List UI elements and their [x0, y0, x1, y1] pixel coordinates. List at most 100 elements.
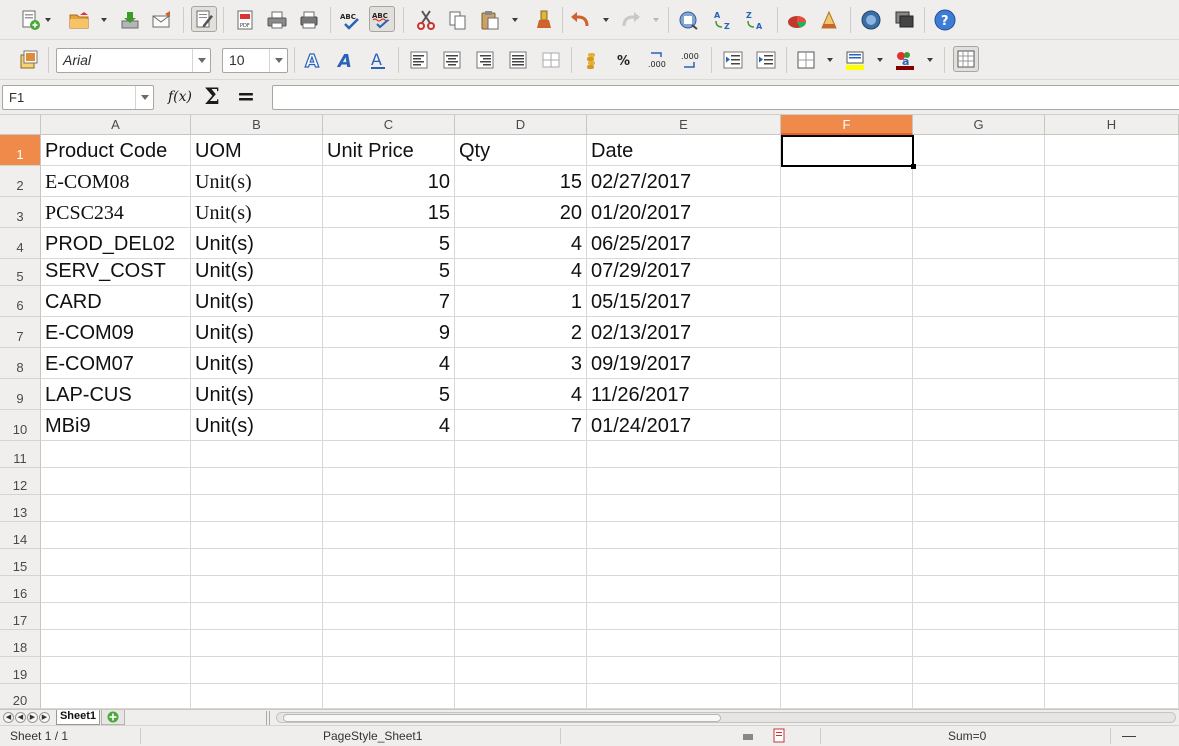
- cell-f7[interactable]: [781, 317, 913, 348]
- bold-icon[interactable]: A: [300, 47, 326, 73]
- horizontal-scrollbar[interactable]: [276, 712, 1176, 723]
- percent-icon[interactable]: %: [612, 47, 638, 73]
- cell-f5[interactable]: [781, 259, 913, 286]
- first-sheet-button[interactable]: ◀: [3, 712, 14, 723]
- edit-mode-icon[interactable]: [191, 6, 217, 32]
- decimal-add-icon[interactable]: .000: [645, 47, 671, 73]
- cell-e6[interactable]: 05/15/2017: [587, 286, 781, 317]
- copy-icon[interactable]: [445, 7, 471, 33]
- cell-e10[interactable]: 01/24/2017: [587, 410, 781, 441]
- cell-e7[interactable]: 02/13/2017: [587, 317, 781, 348]
- cell-c19[interactable]: [323, 657, 455, 684]
- cell-b9[interactable]: Unit(s): [191, 379, 323, 410]
- last-sheet-button[interactable]: ▶: [39, 712, 50, 723]
- cell-a13[interactable]: [41, 495, 191, 522]
- cell-f16[interactable]: [781, 576, 913, 603]
- cell-f1[interactable]: [781, 135, 913, 166]
- cell-e12[interactable]: [587, 468, 781, 495]
- borders-icon[interactable]: [793, 47, 819, 73]
- cell-g17[interactable]: [913, 603, 1045, 630]
- sort-ascending-icon[interactable]: AZ: [711, 7, 737, 33]
- page-style[interactable]: PageStyle_Sheet1: [323, 729, 422, 743]
- row-header-8[interactable]: 8: [0, 348, 41, 379]
- cell-d15[interactable]: [455, 549, 587, 576]
- row-header-12[interactable]: 12: [0, 468, 41, 495]
- cell-e8[interactable]: 09/19/2017: [587, 348, 781, 379]
- cell-d14[interactable]: [455, 522, 587, 549]
- cell-a5[interactable]: SERV_COST: [41, 259, 191, 286]
- cell-c10[interactable]: 4: [323, 410, 455, 441]
- cell-b14[interactable]: [191, 522, 323, 549]
- cell-g14[interactable]: [913, 522, 1045, 549]
- justify-icon[interactable]: [505, 47, 531, 73]
- row-header-15[interactable]: 15: [0, 549, 41, 576]
- add-sheet-button[interactable]: [101, 710, 125, 725]
- cell-e14[interactable]: [587, 522, 781, 549]
- cell-d8[interactable]: 3: [455, 348, 587, 379]
- cell-g12[interactable]: [913, 468, 1045, 495]
- row-header-9[interactable]: 9: [0, 379, 41, 410]
- toggle-grid-icon[interactable]: [953, 46, 979, 72]
- zoom-out-icon[interactable]: —: [1122, 727, 1136, 743]
- borders-dropdown-arrow[interactable]: [826, 47, 834, 73]
- help-icon[interactable]: ?: [932, 7, 958, 33]
- cell-b2[interactable]: Unit(s): [191, 166, 323, 197]
- cell-c13[interactable]: [323, 495, 455, 522]
- cell-c17[interactable]: [323, 603, 455, 630]
- cell-a7[interactable]: E-COM09: [41, 317, 191, 348]
- cell-b13[interactable]: [191, 495, 323, 522]
- cell-c3[interactable]: 15: [323, 197, 455, 228]
- cell-a19[interactable]: [41, 657, 191, 684]
- cell-a17[interactable]: [41, 603, 191, 630]
- next-sheet-button[interactable]: ▶: [27, 712, 38, 723]
- cell-d9[interactable]: 4: [455, 379, 587, 410]
- formula-input[interactable]: [272, 85, 1179, 110]
- cell-b6[interactable]: Unit(s): [191, 286, 323, 317]
- save-icon[interactable]: [117, 7, 143, 33]
- cell-b17[interactable]: [191, 603, 323, 630]
- cell-g6[interactable]: [913, 286, 1045, 317]
- cell-h18[interactable]: [1045, 630, 1179, 657]
- cell-h12[interactable]: [1045, 468, 1179, 495]
- cell-a8[interactable]: E-COM07: [41, 348, 191, 379]
- paste-icon[interactable]: [477, 7, 503, 33]
- new-document-icon[interactable]: [18, 7, 44, 33]
- sort-descending-icon[interactable]: ZA: [743, 7, 769, 33]
- cell-g15[interactable]: [913, 549, 1045, 576]
- cell-f15[interactable]: [781, 549, 913, 576]
- row-header-19[interactable]: 19: [0, 657, 41, 684]
- row-header-11[interactable]: 11: [0, 441, 41, 468]
- cell-a20[interactable]: [41, 684, 191, 709]
- cell-a4[interactable]: PROD_DEL02: [41, 228, 191, 259]
- row-header-14[interactable]: 14: [0, 522, 41, 549]
- previous-sheet-button[interactable]: ◀: [15, 712, 26, 723]
- cell-c20[interactable]: [323, 684, 455, 709]
- indent-decrease-icon[interactable]: [720, 47, 746, 73]
- cell-f19[interactable]: [781, 657, 913, 684]
- cell-e16[interactable]: [587, 576, 781, 603]
- cell-c6[interactable]: 7: [323, 286, 455, 317]
- styles-icon[interactable]: [16, 47, 42, 73]
- cell-g19[interactable]: [913, 657, 1045, 684]
- cell-d5[interactable]: 4: [455, 259, 587, 286]
- cell-b10[interactable]: Unit(s): [191, 410, 323, 441]
- cell-a10[interactable]: MBi9: [41, 410, 191, 441]
- cell-c8[interactable]: 4: [323, 348, 455, 379]
- cell-h20[interactable]: [1045, 684, 1179, 709]
- cell-g18[interactable]: [913, 630, 1045, 657]
- navigator-icon[interactable]: [676, 7, 702, 33]
- cell-b5[interactable]: Unit(s): [191, 259, 323, 286]
- cell-h2[interactable]: [1045, 166, 1179, 197]
- cell-f20[interactable]: [781, 684, 913, 709]
- chevron-down-icon[interactable]: [269, 49, 287, 72]
- cell-c14[interactable]: [323, 522, 455, 549]
- font-size-combo[interactable]: 10: [222, 48, 288, 73]
- cell-h8[interactable]: [1045, 348, 1179, 379]
- selection-mode-icon[interactable]: [742, 730, 754, 742]
- tab-split-handle[interactable]: [266, 711, 270, 725]
- select-all-corner[interactable]: [0, 115, 41, 135]
- cell-e20[interactable]: [587, 684, 781, 709]
- row-header-6[interactable]: 6: [0, 286, 41, 317]
- currency-icon[interactable]: [580, 47, 606, 73]
- row-header-4[interactable]: 4: [0, 228, 41, 259]
